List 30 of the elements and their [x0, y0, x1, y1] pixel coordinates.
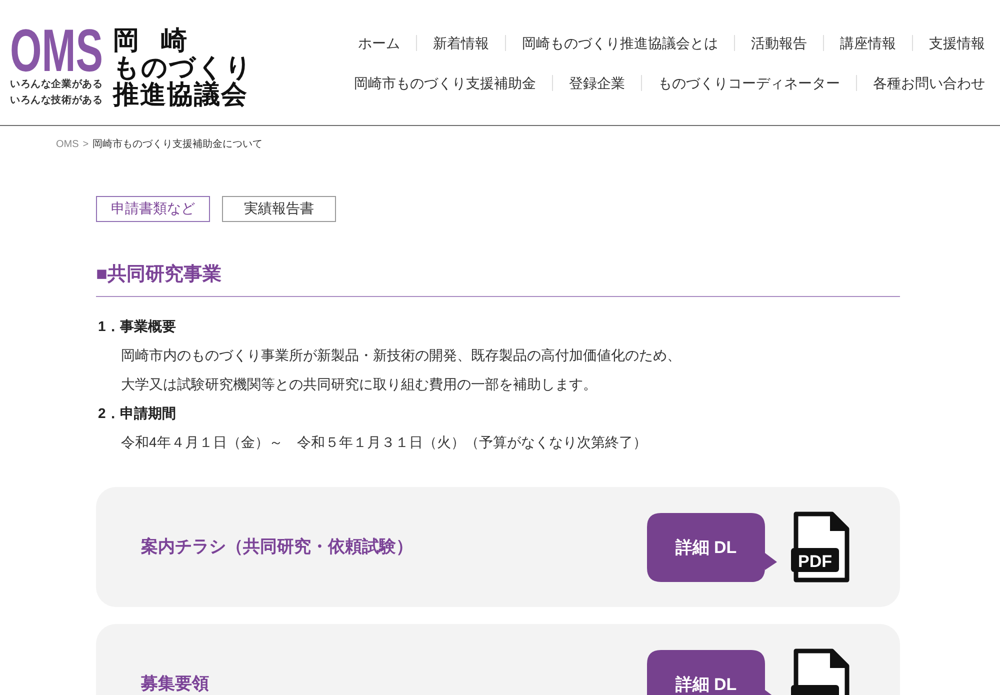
tab[interactable]: 申請書類など	[96, 196, 210, 222]
logo-title-line: 岡崎	[113, 27, 209, 54]
breadcrumb-current: 岡崎市ものづくり支援補助金について	[92, 138, 263, 152]
nav-link[interactable]: 支援情報	[929, 33, 985, 53]
nav-link[interactable]: ホーム	[358, 33, 400, 53]
nav-link[interactable]: 新着情報	[433, 33, 489, 53]
nav-link[interactable]: 活動報告	[751, 33, 807, 53]
breadcrumb-link[interactable]: OMS	[56, 138, 79, 152]
logo-wordmark: OMS	[10, 27, 104, 75]
download-title: 案内チラシ（共同研究・依頼試験）	[141, 538, 413, 556]
breadcrumb-separator: >	[82, 138, 89, 152]
logo-title-line: ものづくり	[113, 54, 253, 81]
logo-title-line: 推進協議会	[113, 81, 248, 108]
download-button[interactable]: 詳細 DL	[647, 512, 777, 582]
section-heading: ■共同研究事業	[96, 261, 900, 297]
list-item-text: 大学又は試験研究機関等との共同研究に取り組む費用の一部を補助します。	[120, 375, 598, 394]
nav-link[interactable]: 岡崎ものづくり推進協議会とは	[522, 33, 718, 53]
list-item-text: 岡崎市内のものづくり事業所が新製品・新技術の開発、既存製品の高付加価値化のため、	[120, 346, 682, 365]
nav-link[interactable]: 岡崎市ものづくり支援補助金	[354, 73, 536, 93]
nav-link[interactable]: 登録企業	[569, 73, 625, 93]
logo-tagline: いろんな企業がある	[10, 78, 104, 92]
nav-link[interactable]: 各種お問い合わせ	[873, 73, 985, 93]
list-item-title: 1．事業概要	[97, 317, 177, 336]
nav-link[interactable]: ものづくりコーディネーター	[658, 73, 840, 93]
list-item-text: 令和4年４月１日（金）～ 令和５年１月３１日（火）（予算がなくなり次第終了）	[120, 433, 648, 452]
tab[interactable]: 実績報告書	[222, 196, 336, 222]
list-item-title: 2．申請期間	[97, 404, 177, 423]
download-title: 募集要領	[141, 675, 209, 693]
logo-tagline: いろんな技術がある	[10, 94, 104, 108]
nav-link[interactable]: 講座情報	[840, 33, 896, 53]
